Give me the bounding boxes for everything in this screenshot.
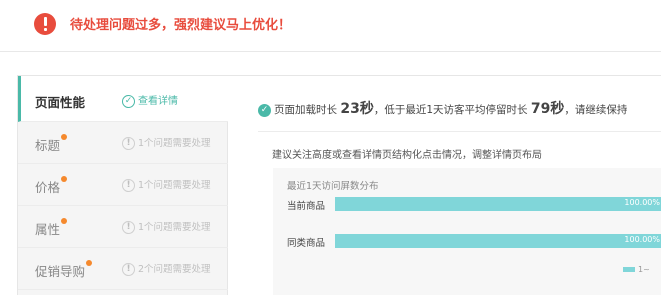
sidebar-item-status: ! 1个问题需要处理 [122,135,211,150]
chart-legend: 1~ [623,265,650,274]
info-circle-icon: ! [122,221,135,234]
performance-summary: ✓ 页面加载时长 23秒，低于最近1天访客平均停留时长 79秒，请继续保持 [258,98,627,118]
exclamation-circle-icon [34,13,56,35]
load-time-value: 23秒 [340,101,374,117]
alert-message: 待处理问题过多，强烈建议马上优化！ [70,18,292,33]
info-circle-icon: ! [122,263,135,276]
analysis-panel: 页面性能 ✓ 查看详情 标题 ! 1个问题需要处理 价格 ! 1个问题需要处理 属性 … [17,75,661,295]
chart-data-label: 100.00% [624,198,660,207]
chart-category-label: 同类商品 [287,238,326,249]
sidebar-item-status: ! 1个问题需要处理 [122,177,211,192]
notification-dot-icon [61,218,68,224]
chart-title: 最近1天访问屏数分布 [287,181,379,192]
sidebar-item-status: ! 1个问题需要处理 [122,219,211,234]
sidebar-item-price[interactable]: 价格 ! 1个问题需要处理 [18,164,228,206]
info-circle-icon: ! [122,137,135,150]
chart-track: 100.00% [335,234,661,248]
info-circle-icon: ! [122,179,135,192]
legend-label: 1~ [638,265,650,274]
sidebar-item-status: ! 2个问题需要处理 [122,261,211,276]
sidebar-item-attributes[interactable]: 属性 ! 1个问题需要处理 [18,206,228,248]
alert-banner: 待处理问题过多，强烈建议马上优化！ [0,0,661,52]
divider [258,131,661,132]
sidebar-item-label: 标题 [35,134,68,154]
sidebar-item-label: 属性 [35,218,68,238]
chart-bar-current: 100.00% [335,197,661,211]
sidebar: 页面性能 ✓ 查看详情 标题 ! 1个问题需要处理 价格 ! 1个问题需要处理 属性 … [18,76,228,295]
notification-dot-icon [61,176,68,182]
sidebar-item-label: 页面性能 [35,95,86,110]
main-content: ✓ 页面加载时长 23秒，低于最近1天访客平均停留时长 79秒，请继续保持 建议关… [244,76,661,295]
suggestion-text: 建议关注高度或查看详情页结构化点击情况，调整详情页布局 [272,150,542,161]
sidebar-item-title[interactable]: 标题 ! 1个问题需要处理 [18,122,228,164]
chart-track: 100.00% [335,197,661,211]
chart-data-label: 100.00% [624,235,660,244]
check-circle-filled-icon: ✓ [258,103,271,117]
screen-distribution-chart: 最近1天访问屏数分布 当前商品 100.00% 同类商品 100.00% 1~ [273,168,661,295]
view-details-link[interactable]: ✓ 查看详情 [122,92,178,108]
legend-swatch [623,267,635,272]
stay-time-value: 79秒 [530,101,565,117]
sidebar-item-label: 价格 [35,176,68,196]
notification-dot-icon [86,260,93,266]
notification-dot-icon [61,134,68,140]
sidebar-item-promotion[interactable]: 促销导购 ! 2个问题需要处理 [18,248,228,290]
chart-category-label: 当前商品 [287,201,326,212]
sidebar-item-page-performance[interactable]: 页面性能 ✓ 查看详情 [18,76,228,122]
sidebar-item-label: 促销导购 [35,260,93,280]
chart-bar-similar: 100.00% [335,234,661,248]
check-circle-icon: ✓ [122,94,135,108]
